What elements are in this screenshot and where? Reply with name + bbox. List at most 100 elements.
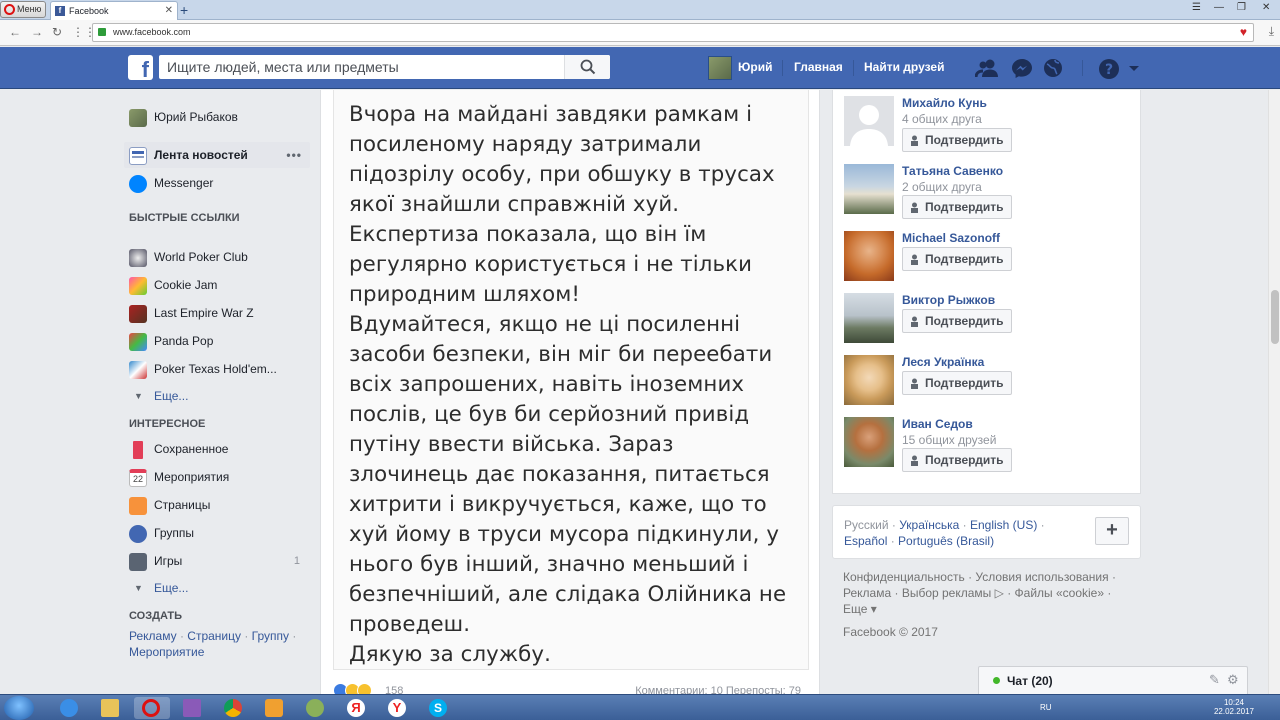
friend-name[interactable]: Леся Українка (902, 355, 984, 369)
create-group-link[interactable]: Группу (252, 629, 289, 643)
windows-start-button[interactable] (4, 696, 34, 720)
taskbar-yandex[interactable]: Я (339, 697, 375, 719)
friend-requests-icon[interactable] (975, 58, 999, 78)
mutual-friends[interactable]: 15 общих друзей (902, 433, 996, 447)
help-icon[interactable]: ? (1098, 58, 1120, 80)
system-clock[interactable]: 10:24 22.02.2017 (1214, 698, 1254, 716)
messenger-icon[interactable] (1011, 58, 1033, 78)
sidebar-item-events[interactable]: 22 Мероприятия (124, 464, 310, 490)
taskbar-ie[interactable] (52, 697, 88, 719)
ad-choices-icon: ▷ (994, 586, 1004, 600)
create-event-link[interactable]: Мероприятие (129, 645, 204, 659)
chat-settings-gear-icon[interactable]: ⚙ (1227, 672, 1239, 688)
input-language-indicator[interactable]: RU (1040, 703, 1052, 712)
explore-more-link[interactable]: ▼ Еще... (124, 577, 188, 599)
notifications-globe-icon[interactable] (1043, 58, 1063, 78)
tabs-menu-icon[interactable]: ☰ (1192, 2, 1201, 13)
mutual-friends[interactable]: 4 общих друга (902, 112, 982, 126)
footer-link-cookies[interactable]: Файлы «cookie» (1015, 586, 1105, 600)
forward-icon[interactable]: → (31, 25, 43, 39)
footer-link-advertising[interactable]: Реклама (843, 586, 891, 600)
minimize-icon[interactable]: — (1214, 2, 1224, 13)
footer-link-privacy[interactable]: Конфиденциальность (843, 570, 965, 584)
bookmark-heart-icon[interactable]: ♥ (1240, 24, 1247, 41)
create-ad-link[interactable]: Рекламу (129, 629, 177, 643)
footer-link-terms[interactable]: Условия использования (975, 570, 1108, 584)
sidebar-item-profile[interactable]: Юрий Рыбаков (124, 104, 310, 130)
sidebar-item-messenger[interactable]: Messenger (124, 170, 310, 196)
new-message-icon[interactable]: ✎ (1209, 672, 1220, 688)
footer-link-more[interactable]: Еще (843, 602, 867, 616)
friend-avatar[interactable] (844, 355, 894, 405)
confirm-button[interactable]: Подтвердить (902, 247, 1012, 271)
home-link[interactable]: Главная (794, 60, 843, 74)
taskbar-app-green[interactable] (298, 697, 334, 719)
taskbar-chrome[interactable] (216, 697, 252, 719)
footer-link-ad-choices[interactable]: Выбор рекламы (902, 586, 991, 600)
url-field[interactable]: www.facebook.com ♥ (92, 23, 1254, 42)
find-friends-link[interactable]: Найти друзей (864, 60, 944, 74)
account-menu-chevron-icon[interactable] (1128, 65, 1140, 73)
sidebar-item-world-poker-club[interactable]: World Poker Club (124, 244, 310, 270)
mutual-friends[interactable]: 2 общих друга (902, 180, 982, 194)
friend-name[interactable]: Виктор Рыжков (902, 293, 995, 307)
page-scrollbar[interactable] (1268, 90, 1280, 694)
language-link[interactable]: English (US) (970, 518, 1037, 532)
facebook-logo-icon[interactable]: f (128, 55, 153, 80)
sidebar-item-pages[interactable]: Страницы (124, 492, 310, 518)
create-page-link[interactable]: Страницу (187, 629, 241, 643)
maximize-icon[interactable]: ❐ (1237, 2, 1246, 13)
sidebar-item-games[interactable]: Игры 1 (124, 548, 310, 574)
search-input[interactable] (159, 55, 559, 79)
taskbar-media[interactable] (257, 697, 293, 719)
download-icon[interactable]: ⤓ (1269, 24, 1274, 39)
sidebar-item-panda-pop[interactable]: Panda Pop (124, 328, 310, 354)
taskbar-app-purple[interactable] (175, 697, 211, 719)
taskbar-skype[interactable]: S (421, 697, 457, 719)
search-icon (580, 59, 596, 75)
new-tab-icon[interactable]: + (180, 1, 188, 19)
shortcuts-more-link[interactable]: ▼ Еще... (124, 385, 188, 407)
sidebar-item-saved[interactable]: Сохраненное (124, 436, 310, 462)
friend-avatar[interactable] (844, 164, 894, 214)
friend-avatar[interactable] (844, 417, 894, 467)
confirm-button[interactable]: Подтвердить (902, 448, 1012, 472)
confirm-button[interactable]: Подтвердить (902, 195, 1012, 219)
scrollbar-thumb[interactable] (1271, 290, 1279, 344)
reload-icon[interactable]: ↻ (52, 25, 62, 39)
language-link[interactable]: Українська (899, 518, 959, 532)
sidebar-item-cookie-jam[interactable]: Cookie Jam (124, 272, 310, 298)
sidebar-item-news-feed[interactable]: Лента новостей ••• (124, 142, 310, 168)
chat-bar[interactable]: Чат (20) ✎ ⚙ (978, 666, 1248, 694)
browser-tab[interactable]: f Facebook ✕ (50, 1, 178, 20)
friend-avatar[interactable] (844, 96, 894, 146)
profile-link[interactable]: Юрий (738, 60, 772, 74)
more-options-icon[interactable]: ••• (286, 142, 302, 168)
friend-name[interactable]: Michael Sazonoff (902, 231, 1000, 245)
taskbar-yandex-browser[interactable]: Y (380, 697, 416, 719)
friend-name[interactable]: Татьяна Савенко (902, 164, 1003, 178)
friend-avatar[interactable] (844, 293, 894, 343)
back-icon[interactable]: ← (9, 25, 21, 39)
close-tab-icon[interactable]: ✕ (165, 2, 173, 20)
user-avatar[interactable] (708, 56, 732, 80)
close-window-icon[interactable]: ✕ (1262, 2, 1270, 13)
confirm-button[interactable]: Подтвердить (902, 128, 1012, 152)
opera-menu-button[interactable]: Меню (0, 1, 46, 18)
language-link[interactable]: Português (Brasil) (898, 534, 994, 548)
sidebar-item-poker-texas[interactable]: Poker Texas Hold'em... (124, 356, 310, 382)
confirm-button[interactable]: Подтвердить (902, 309, 1012, 333)
search-button[interactable] (564, 55, 610, 79)
taskbar-opera[interactable] (134, 697, 170, 719)
friend-avatar[interactable] (844, 231, 894, 281)
confirm-label: Подтвердить (925, 252, 1004, 266)
language-link[interactable]: Español (844, 534, 887, 548)
confirm-button[interactable]: Подтвердить (902, 371, 1012, 395)
sidebar-item-last-empire[interactable]: Last Empire War Z (124, 300, 310, 326)
post-image[interactable]: Вчора на майдані завдяки рамкам і посиле… (333, 90, 809, 670)
friend-name[interactable]: Михайло Кунь (902, 96, 987, 110)
taskbar-explorer[interactable] (93, 697, 129, 719)
friend-name[interactable]: Иван Седов (902, 417, 973, 431)
sidebar-item-groups[interactable]: Группы (124, 520, 310, 546)
add-language-button[interactable]: + (1095, 517, 1129, 545)
